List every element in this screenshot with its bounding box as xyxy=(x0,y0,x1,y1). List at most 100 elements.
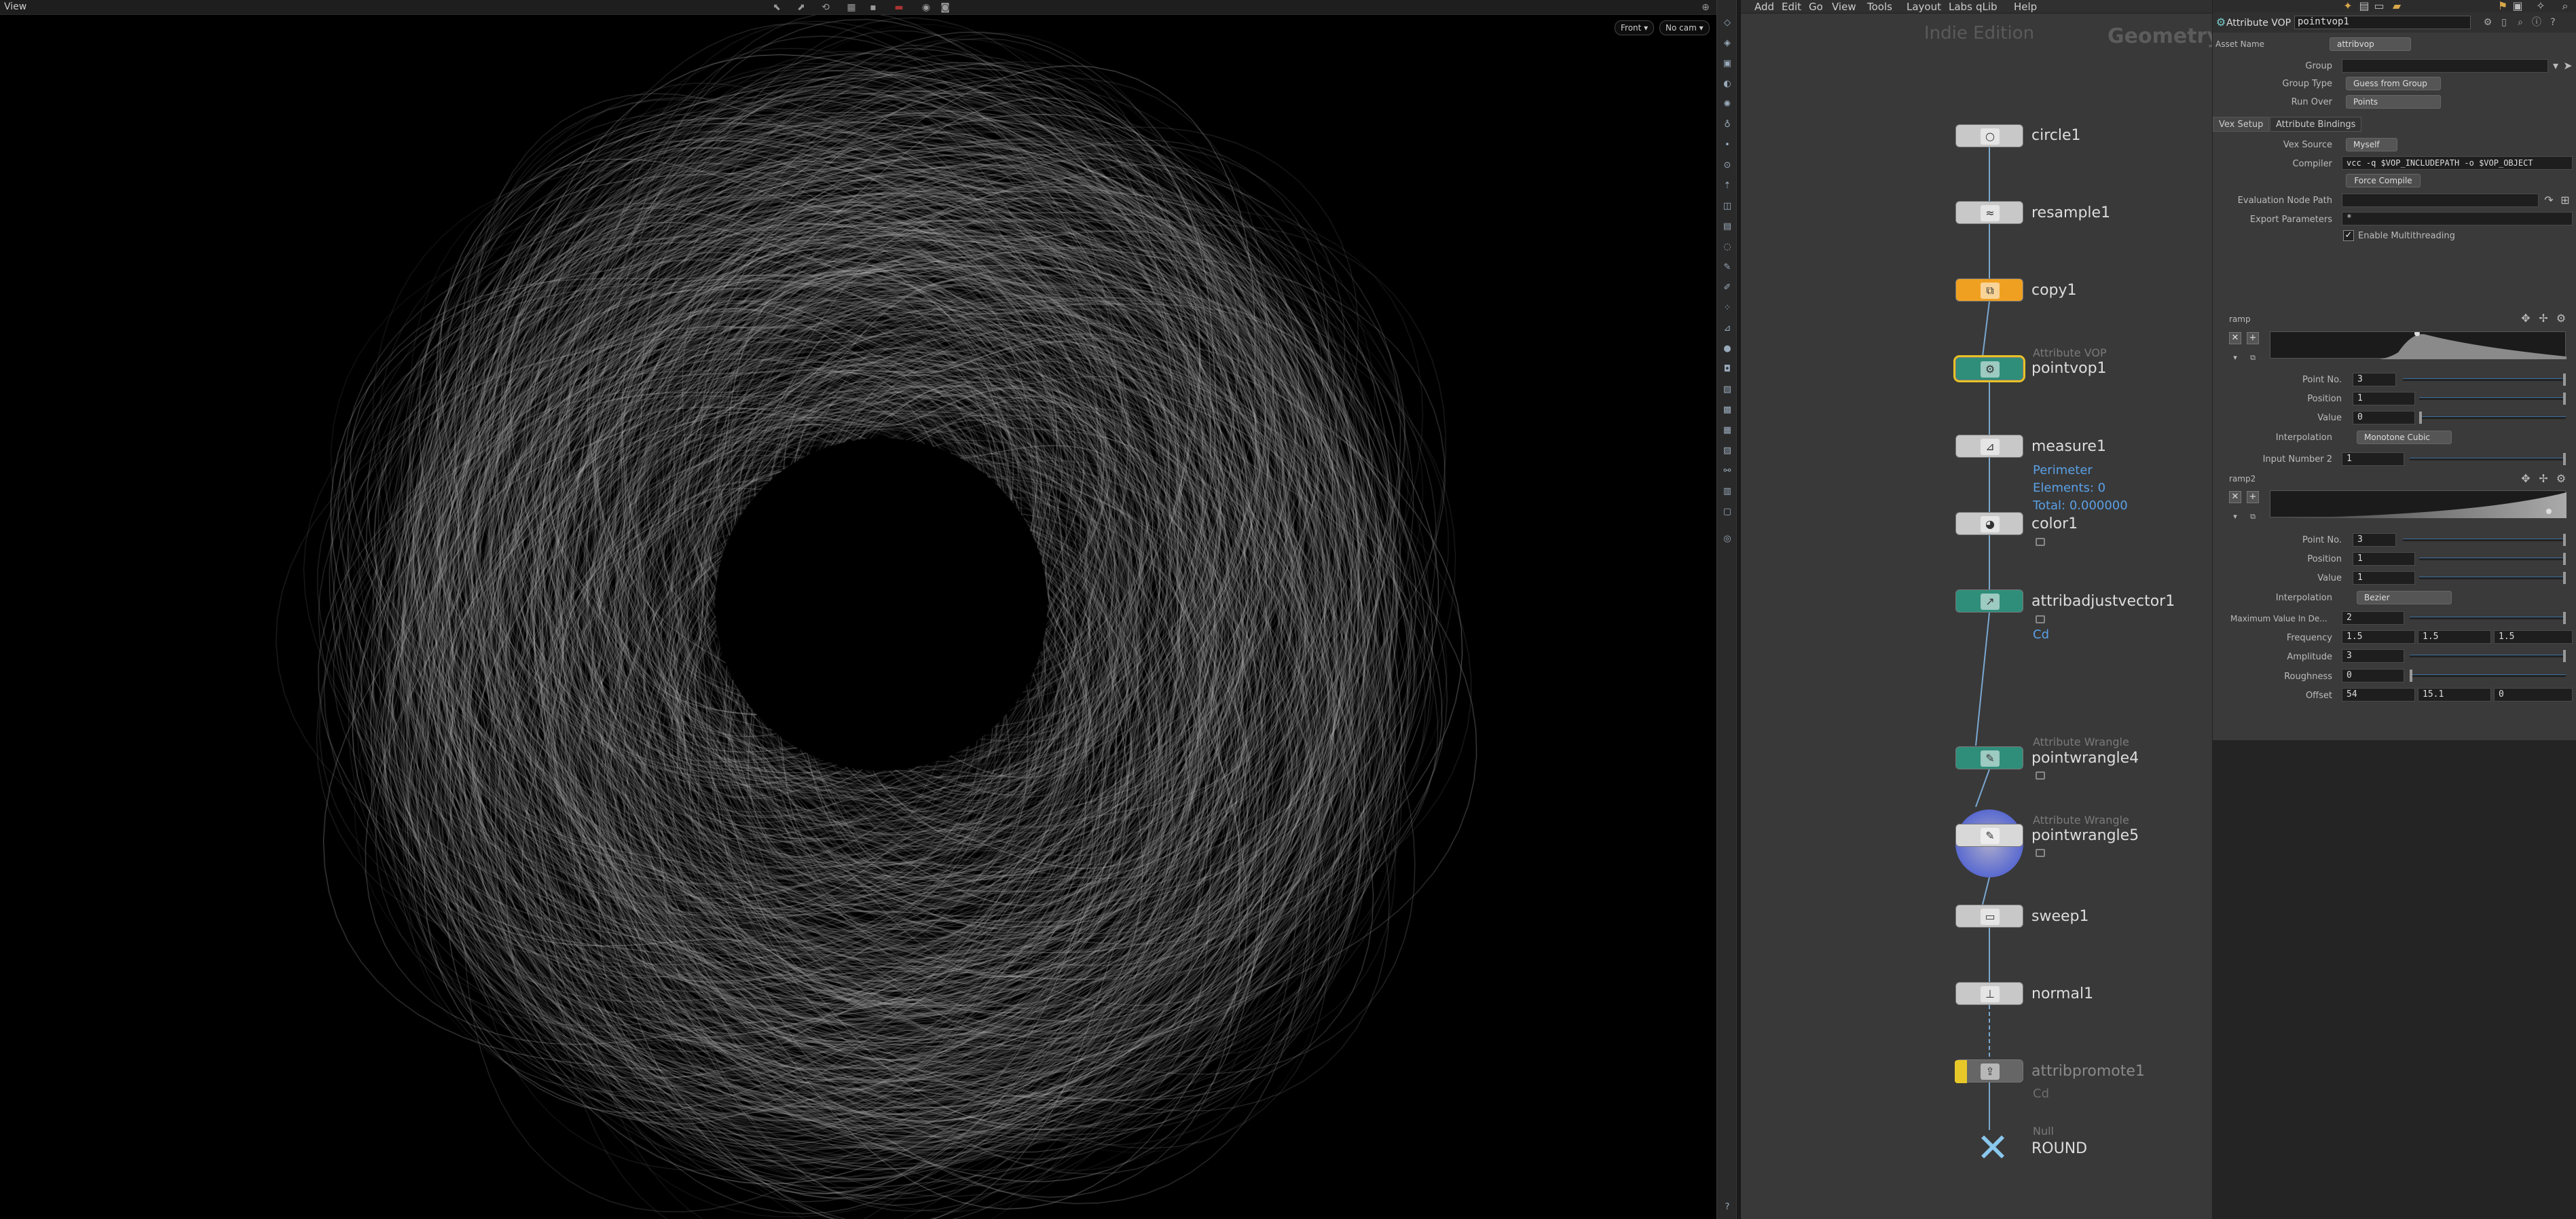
asset-name-menu[interactable]: attribvop xyxy=(2330,37,2411,51)
ramp2-point-no-field[interactable]: 3 xyxy=(2353,533,2396,547)
display-icon[interactable]: ◈ xyxy=(1721,37,1734,50)
ramp2-add-icon[interactable]: ✢ xyxy=(2537,473,2550,485)
viewport-render[interactable] xyxy=(0,0,1716,1219)
ramp2-value-slider[interactable] xyxy=(2419,572,2566,584)
ramp-value-slider[interactable] xyxy=(2419,412,2566,424)
rotate-tool-icon[interactable]: ⟲ xyxy=(820,2,831,13)
camera-menu-button[interactable]: No cam ▾ xyxy=(1659,20,1710,35)
link-icon[interactable]: ⚯ xyxy=(1721,465,1734,478)
node-pointwrangle4[interactable]: ✎ xyxy=(1955,746,2023,769)
roughness-field[interactable]: 0 xyxy=(2342,669,2404,683)
ramp-move-icon[interactable]: ✥ xyxy=(2520,312,2532,325)
ramp2-move-icon[interactable]: ✥ xyxy=(2520,473,2532,485)
page-icon[interactable]: ▭ xyxy=(2373,0,2385,12)
snap-icon[interactable]: ▪ xyxy=(868,2,879,13)
node-attribpromote1[interactable]: ⇪ xyxy=(1955,1059,2023,1083)
ramp2-gear-icon[interactable]: ⚙ xyxy=(2555,473,2567,485)
lock-icon[interactable]: ▣ xyxy=(1721,57,1734,71)
ramp2-point-no-slider[interactable] xyxy=(2403,534,2566,546)
vertex-icon[interactable]: ⊙ xyxy=(1721,159,1734,172)
ramp-editor[interactable] xyxy=(2270,331,2566,359)
points-icon[interactable]: ⁘ xyxy=(1721,302,1734,315)
network-editor[interactable]: Add Edit Go View Tools Layout Labs qLib … xyxy=(1741,0,2220,1219)
run-over-menu[interactable]: Points xyxy=(2346,95,2441,109)
compiler-field[interactable]: vcc -q $VOP_INCLUDEPATH -o $VOP_OBJECT xyxy=(2342,156,2573,170)
select-tool-icon[interactable]: ⬉ xyxy=(771,2,782,13)
offset-x-field[interactable]: 54 xyxy=(2342,688,2415,702)
menu-layout[interactable]: Layout xyxy=(1907,1,1941,13)
snap-grid-icon[interactable]: ▤ xyxy=(1721,220,1734,234)
menu-qlib[interactable]: qLib xyxy=(1976,1,1998,13)
sphere-icon[interactable]: ● xyxy=(1721,342,1734,356)
help-icon[interactable]: ? xyxy=(1721,1201,1734,1214)
vex-source-menu[interactable]: Myself xyxy=(2346,138,2397,151)
roughness-slider[interactable] xyxy=(2410,670,2566,682)
ramp2-value-field[interactable]: 1 xyxy=(2353,571,2415,585)
lock-icon[interactable] xyxy=(2036,615,2045,623)
frequency-x-field[interactable]: 1.5 xyxy=(2342,630,2415,644)
bookmark-icon[interactable]: ⚑ xyxy=(2497,0,2509,12)
texture-icon[interactable]: ▦ xyxy=(1721,424,1734,437)
ramp2-add-button[interactable]: + xyxy=(2247,491,2259,503)
node-normal1[interactable]: ⊥ xyxy=(1955,982,2023,1005)
background-icon[interactable]: ▩ xyxy=(1721,403,1734,417)
render-icon[interactable]: ◉ xyxy=(921,2,932,13)
record-icon[interactable]: ▬ xyxy=(894,2,904,13)
view-menu-button[interactable]: Front ▾ xyxy=(1615,20,1655,35)
export-params-field[interactable]: * xyxy=(2342,212,2573,225)
ramp-add-button[interactable]: + xyxy=(2247,332,2259,344)
ramp-collapse-icon[interactable]: ▾ xyxy=(2229,352,2241,364)
eval-path-arrow-icon[interactable]: ↷ xyxy=(2543,194,2555,206)
folder-icon[interactable]: ▰ xyxy=(2391,0,2403,12)
eval-path-tree-icon[interactable]: ⊞ xyxy=(2559,194,2571,206)
ramp2-collapse-icon[interactable]: ▾ xyxy=(2229,511,2241,523)
flipbook-icon[interactable]: ▥ xyxy=(1721,485,1734,498)
ramp-point-no-field[interactable]: 3 xyxy=(2353,373,2396,386)
handle-tool-icon[interactable]: ▦ xyxy=(846,2,857,13)
ramp2-interp-menu[interactable]: Bezier xyxy=(2357,591,2452,604)
ramp2-position-slider[interactable] xyxy=(2419,553,2566,565)
node-name-field[interactable]: pointvop1 xyxy=(2294,16,2471,29)
brush-icon[interactable]: ✐ xyxy=(1721,281,1734,295)
notes-icon[interactable]: ▣ xyxy=(2511,0,2524,12)
input-number-slider[interactable] xyxy=(2410,453,2566,465)
list-icon[interactable]: ▤ xyxy=(2358,0,2370,12)
normals-icon[interactable]: ⇡ xyxy=(1721,179,1734,193)
max-value-slider[interactable] xyxy=(2410,612,2566,624)
ramp2-delete-button[interactable]: ✕ xyxy=(2229,491,2241,503)
ramp-copy-icon[interactable]: ⧉ xyxy=(2247,352,2259,364)
light-icon[interactable]: ✺ xyxy=(1721,98,1734,111)
measure-icon[interactable]: ⊿ xyxy=(1721,322,1734,335)
group-field[interactable] xyxy=(2342,59,2548,73)
lock-icon[interactable] xyxy=(2036,771,2045,780)
move-tool-icon[interactable]: ⬈ xyxy=(796,2,807,13)
uv-icon[interactable]: ◫ xyxy=(1721,200,1734,213)
shading-icon[interactable]: ◐ xyxy=(1721,77,1734,91)
ramp-point-no-slider[interactable] xyxy=(2403,374,2566,386)
node-measure1[interactable]: ⊿ xyxy=(1955,435,2023,458)
multithreading-checkbox[interactable]: ✓ xyxy=(2343,230,2354,241)
input-number-field[interactable]: 1 xyxy=(2342,452,2404,466)
shelf-icon[interactable]: ✦ xyxy=(2342,0,2354,12)
offset-z-field[interactable]: 0 xyxy=(2494,688,2573,702)
guide-icon[interactable]: ◌ xyxy=(1721,240,1734,254)
menu-add[interactable]: Add xyxy=(1754,1,1774,13)
node-null-round[interactable]: ✕ xyxy=(1969,1127,2017,1168)
ramp-interp-menu[interactable]: Monotone Cubic xyxy=(2357,431,2452,444)
menu-go[interactable]: Go xyxy=(1809,1,1823,13)
frequency-z-field[interactable]: 1.5 xyxy=(2494,630,2573,644)
image-icon[interactable]: ▨ xyxy=(1721,444,1734,458)
amplitude-slider[interactable] xyxy=(2410,650,2566,662)
bulb-icon[interactable]: ♁ xyxy=(1721,118,1734,132)
force-compile-button[interactable]: Force Compile xyxy=(2346,174,2421,187)
ramp-position-field[interactable]: 1 xyxy=(2353,392,2415,405)
ramp2-copy-icon[interactable]: ⧉ xyxy=(2247,511,2259,523)
lock-icon[interactable] xyxy=(2036,538,2045,546)
node-circle1[interactable]: ○ xyxy=(1955,124,2023,147)
camera-view-icon[interactable]: ◘ xyxy=(1721,363,1734,376)
ghost-icon[interactable]: ◇ xyxy=(1721,16,1734,30)
node-copy1[interactable]: ⧉ xyxy=(1955,278,2023,302)
ramp-value-field[interactable]: 0 xyxy=(2353,411,2415,424)
amplitude-field[interactable]: 3 xyxy=(2342,649,2404,663)
star-icon[interactable]: ✧ xyxy=(2535,0,2547,12)
